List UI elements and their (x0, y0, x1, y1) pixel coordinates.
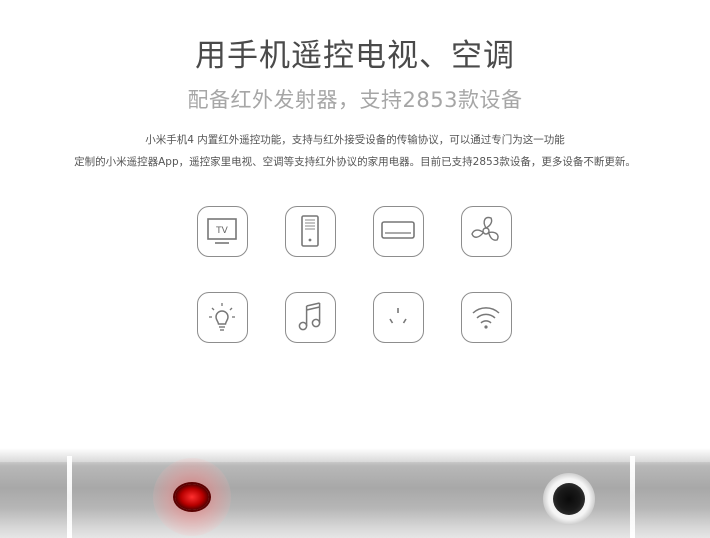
wifi-icon (461, 292, 512, 343)
page-title: 用手机遥控电视、空调 (195, 38, 515, 74)
headphone-jack-icon (553, 483, 585, 515)
antenna-seam-right (630, 456, 635, 538)
tv-icon-label: TV (215, 226, 228, 236)
description: 小米手机4 内置红外遥控功能，支持与红外接受设备的传输协议，可以通过专门为这一功… (0, 129, 710, 173)
fan-icon (461, 206, 512, 257)
page-subtitle: 配备红外发射器，支持2853款设备 (187, 88, 523, 112)
power-socket-icon (373, 292, 424, 343)
set-top-box-icon (285, 206, 336, 257)
tv-icon: TV (197, 206, 248, 257)
ir-emitter-icon (175, 484, 209, 510)
description-line-1: 小米手机4 内置红外遥控功能，支持与红外接受设备的传输协议，可以通过专门为这一功… (145, 134, 565, 146)
antenna-seam-left (67, 456, 72, 538)
light-bulb-icon (197, 292, 248, 343)
description-line-2: 定制的小米遥控器App，遥控家里电视、空调等支持红外协议的家用电器。目前已支持2… (74, 156, 636, 168)
air-conditioner-icon (373, 206, 424, 257)
music-icon (285, 292, 336, 343)
phone-edge-highlight (0, 448, 710, 462)
